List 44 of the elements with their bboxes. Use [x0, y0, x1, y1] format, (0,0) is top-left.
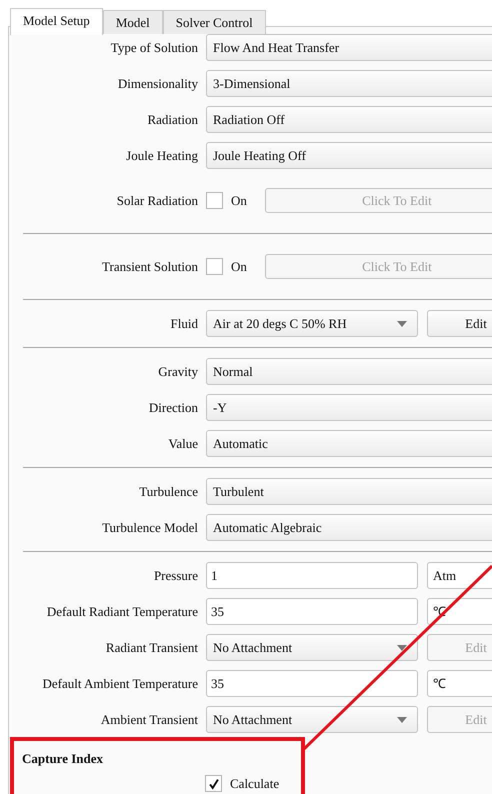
dropdown-field[interactable]: Radiation Off — [206, 106, 492, 133]
caret-icon — [397, 716, 407, 722]
field-label: Fluid — [170, 316, 198, 332]
dropdown-field[interactable]: Automatic Algebraic — [206, 514, 492, 541]
edit-button[interactable]: Edit — [427, 310, 492, 337]
field-label: Value — [167, 436, 198, 452]
dropdown-field[interactable]: 3-Dimensional — [206, 70, 492, 97]
dropdown-field[interactable]: Automatic — [206, 430, 492, 457]
dropdown-field[interactable]: Joule Heating Off — [206, 142, 492, 169]
dropdown-field[interactable]: Turbulent — [206, 478, 492, 505]
field-label: Solar Radiation — [116, 192, 198, 208]
field-label: Pressure — [152, 568, 198, 584]
input-field[interactable]: 35 — [206, 670, 418, 697]
dropdown-field[interactable]: Flow And Heat Transfer — [206, 34, 492, 61]
field-label: Default Ambient Temperature — [41, 676, 198, 692]
tab[interactable]: Model — [102, 10, 163, 34]
dropdown-field[interactable]: Air at 20 degs C 50% RH — [206, 310, 418, 337]
checkbox-label: On — [231, 258, 247, 274]
checkbox-label: Calculate — [230, 776, 280, 792]
unit-dropdown[interactable]: ℃ — [427, 670, 492, 697]
field-label: Default Radiant Temperature — [46, 604, 198, 620]
tab[interactable]: Model Setup — [10, 8, 103, 35]
field-label: Transient Solution — [101, 258, 198, 274]
field-label: Direction — [148, 400, 198, 416]
dropdown-field[interactable]: -Y — [206, 394, 492, 421]
field-label: Joule Heating — [125, 148, 198, 164]
field-label: Type of Solution — [110, 40, 198, 56]
tab[interactable]: Solver Control — [162, 10, 266, 34]
input-field[interactable]: 35 — [206, 598, 418, 625]
section-heading: Capture Index — [22, 751, 104, 767]
caret-icon — [397, 644, 407, 650]
caret-icon — [397, 320, 407, 326]
dropdown-field[interactable]: Normal — [206, 358, 492, 385]
field-label: Dimensionality — [116, 76, 198, 92]
checkbox-label: On — [231, 192, 247, 208]
field-label: Radiation — [146, 112, 198, 128]
field-label: Turbulence Model — [101, 520, 198, 536]
field-label: Gravity — [157, 364, 198, 380]
field-label: Ambient Transient — [100, 712, 198, 728]
field-label: Turbulence — [138, 484, 198, 500]
checkbox[interactable] — [205, 775, 222, 792]
field-label: Radiant Transient — [104, 640, 198, 656]
input-field[interactable]: 1 — [206, 562, 418, 589]
unit-dropdown[interactable]: Atm — [427, 562, 492, 589]
